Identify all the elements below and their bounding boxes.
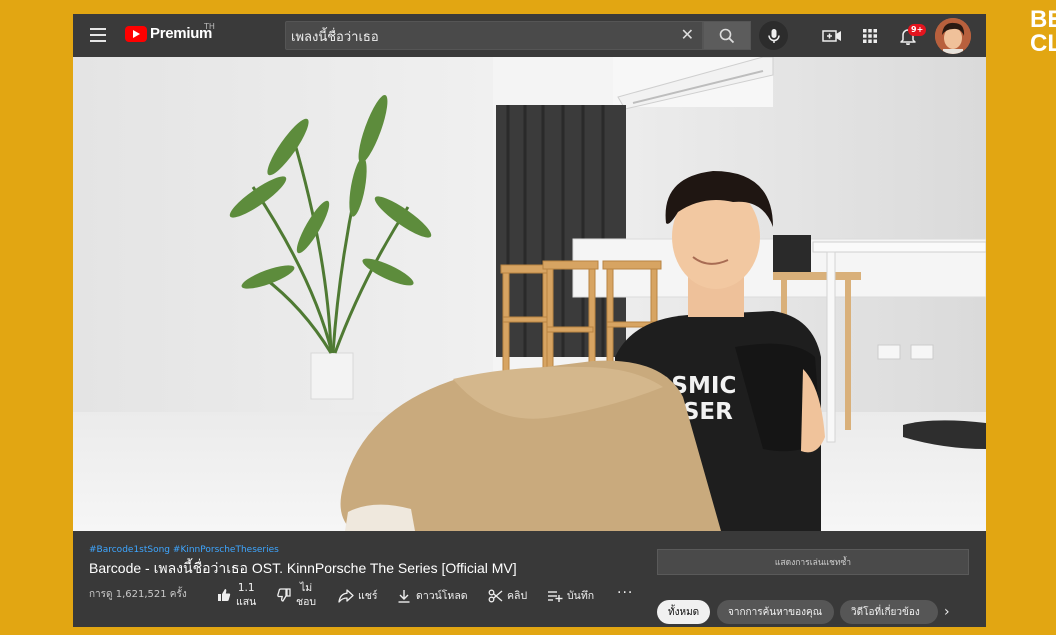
hashtags: #Barcode1stSong #KinnPorscheTheseries	[89, 545, 279, 555]
download-label: ดาวน์โหลด	[416, 590, 468, 602]
hashtag-link[interactable]: #Barcode1stSong	[89, 545, 170, 555]
like-button[interactable]: 1.1 แสน	[216, 581, 256, 609]
chip-related-videos[interactable]: วิดีโอที่เกี่ยวข้อง	[840, 600, 938, 624]
youtube-play-icon	[125, 25, 147, 42]
search-input[interactable]	[291, 25, 671, 47]
voice-search-button[interactable]	[759, 21, 788, 50]
share-label: แชร์	[358, 590, 378, 602]
clear-search-icon[interactable]: ✕	[681, 27, 694, 43]
download-icon	[396, 588, 412, 604]
download-button[interactable]: ดาวน์โหลด	[396, 587, 468, 604]
corner-watermark: BE CL	[1030, 8, 1056, 56]
video-player[interactable]: COSMIC CRUISER	[73, 57, 986, 531]
video-frame: COSMIC CRUISER	[73, 57, 986, 531]
like-count: 1.1	[237, 582, 255, 594]
hamburger-menu-icon[interactable]	[90, 28, 106, 42]
notification-count-badge: 9+	[908, 24, 927, 36]
create-video-icon[interactable]	[821, 25, 843, 47]
view-count: การดู 1,621,521 ครั้ง	[89, 589, 187, 600]
microphone-icon	[767, 28, 780, 43]
show-chat-replay-button[interactable]: แสดงการเล่นแชทซ้ำ	[657, 549, 969, 575]
add-to-playlist-icon	[547, 588, 563, 604]
dislike-label-line1: ไม่	[299, 582, 313, 594]
scissors-icon	[487, 588, 503, 604]
share-button[interactable]: แชร์	[338, 587, 378, 604]
apps-grid-icon[interactable]	[859, 25, 881, 47]
hashtag-link[interactable]: #KinnPorscheTheseries	[173, 545, 279, 555]
save-label: บันทึก	[567, 590, 595, 602]
top-bar: Premium TH ✕ 9+	[73, 14, 986, 57]
search-icon	[719, 28, 735, 43]
clip-label: คลิป	[507, 590, 528, 602]
dislike-button[interactable]: ไม่ชอบ	[276, 581, 316, 609]
more-actions-button[interactable]: ···	[617, 585, 633, 601]
youtube-premium-logo[interactable]: Premium	[125, 25, 212, 42]
chip-all[interactable]: ทั้งหมด	[657, 600, 711, 624]
clip-button[interactable]: คลิป	[487, 587, 527, 604]
save-button[interactable]: บันทึก	[547, 587, 594, 604]
youtube-window: Premium TH ✕ 9+	[73, 14, 986, 627]
thumbs-down-icon	[276, 587, 292, 603]
dislike-label-line2: ชอบ	[296, 596, 317, 608]
share-arrow-icon	[338, 588, 354, 604]
logo-text: Premium	[150, 25, 213, 42]
video-title: Barcode - เพลงนี้ชื่อว่าเธอ OST. KinnPor…	[89, 560, 517, 576]
region-code: TH	[204, 22, 215, 31]
search-box: ✕	[285, 21, 703, 50]
thumbs-up-icon	[216, 587, 232, 603]
user-avatar[interactable]	[935, 18, 971, 54]
like-count-unit: แสน	[236, 596, 257, 608]
search-button[interactable]	[703, 21, 751, 50]
chevron-right-icon[interactable]: ›	[944, 604, 950, 620]
video-info-panel: #Barcode1stSong #KinnPorscheTheseries Ba…	[73, 531, 986, 627]
chip-from-your-search[interactable]: จากการค้นหาของคุณ	[717, 600, 834, 624]
